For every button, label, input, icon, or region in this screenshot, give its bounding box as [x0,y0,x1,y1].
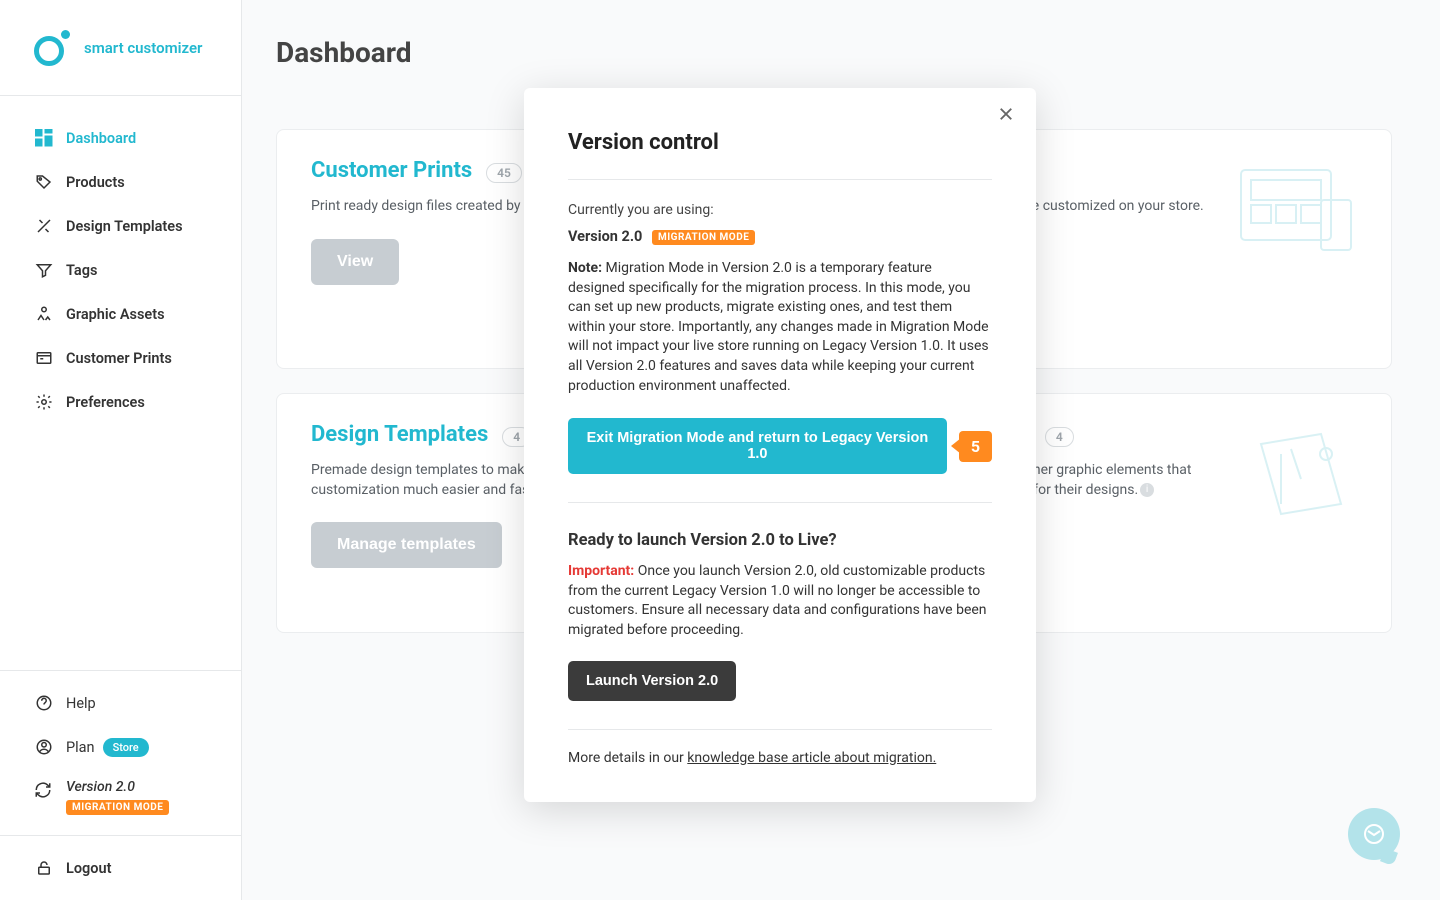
modal-note: Note: Migration Mode in Version 2.0 is a… [568,259,992,396]
version-control-modal: Version control Currently you are using:… [524,88,1036,802]
close-button[interactable] [994,102,1018,126]
kb-link[interactable]: knowledge base article about migration. [687,750,936,766]
exit-count-badge: 5 [959,431,992,462]
modal-footer: More details in our knowledge base artic… [568,729,992,766]
modal-currently: Currently you are using: [568,202,992,218]
exit-migration-button[interactable]: Exit Migration Mode and return to Legacy… [568,418,947,474]
close-icon [997,105,1015,123]
mail-icon [1362,822,1386,846]
modal-title: Version control [568,130,992,180]
launch-button[interactable]: Launch Version 2.0 [568,661,736,701]
migration-badge: MIGRATION MODE [652,230,755,245]
chat-button[interactable] [1348,808,1400,860]
ready-heading: Ready to launch Version 2.0 to Live? [568,531,992,550]
exit-row: Exit Migration Mode and return to Legacy… [568,418,992,503]
modal-version: Version 2.0 MIGRATION MODE [568,228,992,245]
modal-important: Important: Once you launch Version 2.0, … [568,562,992,640]
